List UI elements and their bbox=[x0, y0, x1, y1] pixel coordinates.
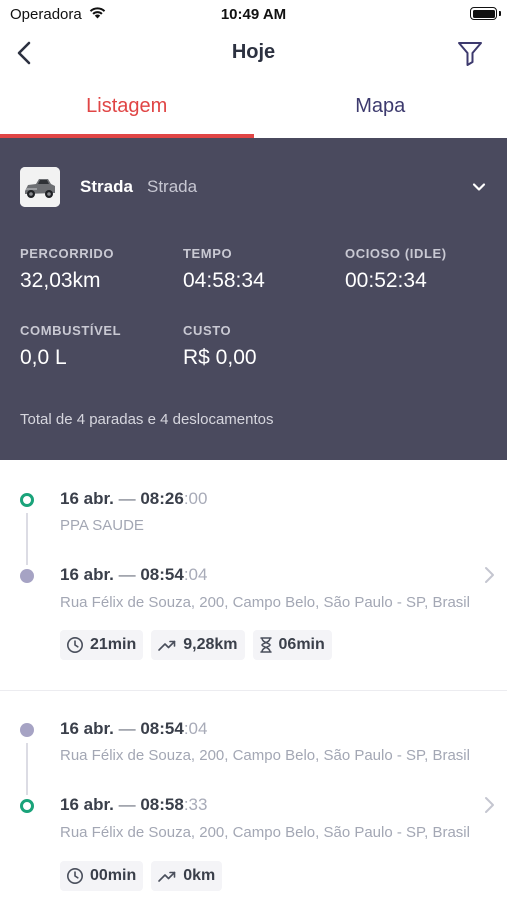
start-dot-icon bbox=[20, 493, 34, 507]
trip-start-address: PPA SAUDE bbox=[60, 517, 144, 534]
metric-cost-label: CUSTO bbox=[183, 323, 232, 338]
chevron-down-icon bbox=[472, 183, 486, 191]
timeline-line bbox=[26, 513, 28, 565]
start-date: 16 abr. bbox=[60, 489, 114, 508]
battery-icon bbox=[470, 7, 497, 20]
vehicle-selector[interactable]: Strada Strada bbox=[20, 167, 487, 207]
metric-idle-value: 00:52:34 bbox=[345, 269, 427, 292]
trip-end-address: Rua Félix de Souza, 200, Campo Belo, São… bbox=[60, 824, 470, 841]
trip-start-address: Rua Félix de Souza, 200, Campo Belo, São… bbox=[60, 747, 470, 764]
trip-item[interactable]: 16 abr. — 08:26:00 PPA SAUDE 16 abr. — 0… bbox=[0, 461, 507, 690]
trip-item[interactable]: 16 abr. — 08:54:04 Rua Félix de Souza, 2… bbox=[0, 691, 507, 900]
end-hour-minute: 08:54 bbox=[140, 565, 184, 584]
trending-up-icon bbox=[158, 640, 176, 651]
filter-icon bbox=[458, 42, 482, 66]
end-dot-icon bbox=[20, 799, 34, 813]
metric-fuel-label: COMBUSTÍVEL bbox=[20, 323, 122, 338]
start-seconds: :04 bbox=[183, 719, 208, 738]
trip-start-time: 16 abr. — 08:26:00 bbox=[60, 489, 207, 509]
duration-value: 21min bbox=[90, 636, 137, 653]
trip-stats: 21min 9,28km 06min bbox=[60, 630, 332, 660]
filter-button[interactable] bbox=[455, 38, 485, 68]
distance-chip: 9,28km bbox=[151, 630, 245, 660]
clock-icon bbox=[67, 637, 83, 653]
metric-distance-value: 32,03km bbox=[20, 269, 101, 292]
metric-time-label: TEMPO bbox=[183, 246, 233, 261]
time-separator: — bbox=[118, 719, 136, 738]
start-dot-icon bbox=[20, 723, 34, 737]
tab-mapa[interactable]: Mapa bbox=[254, 78, 507, 138]
metric-fuel-value: 0,0 L bbox=[20, 346, 67, 369]
metric-idle-label: OCIOSO (IDLE) bbox=[345, 246, 447, 261]
trip-end-time: 16 abr. — 08:54:04 bbox=[60, 565, 207, 585]
start-date: 16 abr. bbox=[60, 719, 114, 738]
status-time: 10:49 AM bbox=[220, 6, 287, 23]
chevron-right-icon bbox=[485, 797, 494, 813]
page-title: Hoje bbox=[231, 41, 276, 63]
duration-chip: 00min bbox=[60, 861, 144, 891]
timeline-line bbox=[26, 743, 28, 795]
trip-start-time: 16 abr. — 08:54:04 bbox=[60, 719, 207, 739]
trending-up-icon bbox=[158, 871, 176, 882]
trip-stats: 00min 0km bbox=[60, 861, 223, 891]
metric-distance: PERCORRIDO 32,03km bbox=[20, 246, 114, 293]
metric-cost: CUSTO R$ 0,00 bbox=[183, 323, 257, 370]
end-dot-icon bbox=[20, 569, 34, 583]
battery-tip bbox=[499, 11, 501, 16]
vehicle-model: Strada bbox=[147, 177, 198, 196]
end-date: 16 abr. bbox=[60, 795, 114, 814]
end-date: 16 abr. bbox=[60, 565, 114, 584]
end-seconds: :04 bbox=[183, 565, 208, 584]
distance-value: 0km bbox=[183, 867, 216, 884]
metric-time: TEMPO 04:58:34 bbox=[183, 246, 265, 293]
start-hour-minute: 08:54 bbox=[140, 719, 184, 738]
start-hour-minute: 08:26 bbox=[140, 489, 184, 508]
time-separator: — bbox=[118, 489, 136, 508]
hourglass-icon bbox=[259, 637, 272, 653]
metric-idle: OCIOSO (IDLE) 00:52:34 bbox=[345, 246, 447, 293]
time-separator: — bbox=[118, 795, 136, 814]
vehicle-thumbnail bbox=[20, 167, 60, 207]
metric-cost-value: R$ 0,00 bbox=[183, 346, 257, 369]
time-separator: — bbox=[118, 565, 136, 584]
metric-distance-label: PERCORRIDO bbox=[20, 246, 115, 261]
start-seconds: :00 bbox=[183, 489, 208, 508]
summary-total: Total de 4 paradas e 4 deslocamentos bbox=[20, 411, 274, 428]
clock-icon bbox=[67, 868, 83, 884]
idle-value: 06min bbox=[278, 636, 325, 653]
end-hour-minute: 08:58 bbox=[140, 795, 184, 814]
status-bar: Operadora 10:49 AM bbox=[0, 0, 507, 30]
idle-chip: 06min bbox=[252, 630, 332, 660]
tab-bar: Listagem Mapa bbox=[0, 78, 507, 138]
trip-end-address: Rua Félix de Souza, 200, Campo Belo, São… bbox=[60, 594, 470, 611]
duration-value: 00min bbox=[90, 867, 137, 884]
metric-fuel: COMBUSTÍVEL 0,0 L bbox=[20, 323, 121, 370]
chevron-right-icon bbox=[485, 567, 494, 583]
trip-end-time: 16 abr. — 08:58:33 bbox=[60, 795, 207, 815]
distance-chip: 0km bbox=[151, 861, 223, 891]
metric-time-value: 04:58:34 bbox=[183, 269, 265, 292]
duration-chip: 21min bbox=[60, 630, 144, 660]
distance-value: 9,28km bbox=[183, 636, 238, 653]
end-seconds: :33 bbox=[183, 795, 208, 814]
tab-listagem[interactable]: Listagem bbox=[0, 78, 254, 138]
summary-panel: Strada Strada PERCORRIDO 32,03km TEMPO 0… bbox=[0, 138, 507, 460]
nav-bar: Hoje bbox=[0, 30, 507, 76]
vehicle-name: Strada bbox=[80, 177, 133, 196]
